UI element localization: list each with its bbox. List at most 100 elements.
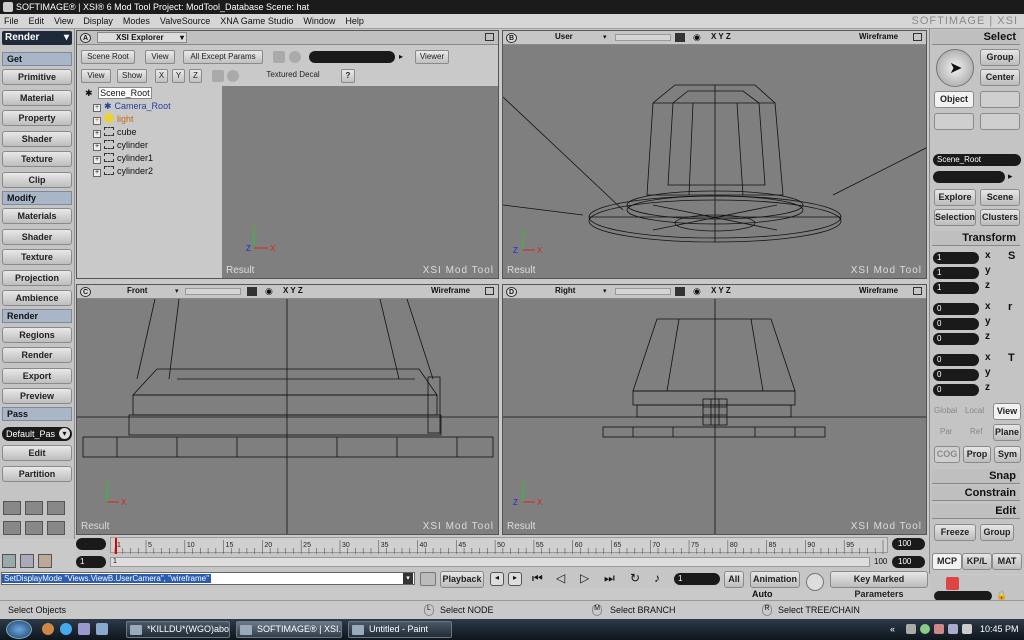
selection-button[interactable]: Selection [934, 209, 976, 226]
lock-icon[interactable] [273, 51, 285, 63]
camera-selector[interactable]: User [555, 32, 573, 41]
select-slot-button[interactable] [934, 113, 974, 130]
animation-button[interactable]: Animation [750, 571, 800, 588]
maximize-icon[interactable] [913, 33, 922, 41]
select-header[interactable]: Select [932, 30, 1020, 45]
get-texture-button[interactable]: Texture [2, 151, 72, 167]
layout-quad-icon[interactable] [3, 501, 21, 515]
section-modify[interactable]: Modify [2, 191, 72, 205]
cog-button[interactable]: COG [934, 446, 960, 463]
range-slider[interactable]: 1 [110, 557, 870, 567]
axes-label[interactable]: X Y Z [711, 32, 731, 41]
task-softimage[interactable]: SOFTIMAGE® | XSI... [236, 621, 342, 638]
eye-icon[interactable]: ◉ [265, 286, 273, 297]
local-button[interactable]: Local [965, 406, 984, 415]
timeline-ruler[interactable]: 1 5 10 15 20 25 30 35 40 45 50 55 60 65 70 75 80 85 90 95 [110, 537, 888, 554]
view-letter-d[interactable]: D [506, 287, 517, 297]
layout-custom-icon[interactable] [47, 521, 65, 535]
camera-selector[interactable]: Right [555, 286, 575, 295]
scene-root-button[interactable]: Scene Root [81, 50, 135, 64]
tree-item-cylinder1[interactable]: + cylinder1 [93, 152, 153, 164]
expand-icon[interactable]: + [93, 104, 101, 112]
get-property-button[interactable]: Property [2, 110, 72, 126]
rotate-z-field[interactable]: 0 [933, 333, 979, 345]
timeline-start-field[interactable] [76, 538, 106, 550]
range-end-field[interactable]: 100 [892, 556, 925, 568]
clusters-button[interactable]: Clusters [980, 209, 1020, 226]
pass-selector[interactable]: Default_Pas ▾ [2, 427, 72, 441]
viewport-b[interactable]: B User ▾ ◉ X Y Z Wireframe Y X Z Result … [502, 30, 927, 279]
axes-label[interactable]: X Y Z [283, 286, 303, 295]
tray-network-icon[interactable] [906, 624, 916, 634]
clock[interactable]: 10:45 PM [980, 624, 1019, 634]
explorer-view-button[interactable]: View [145, 50, 175, 64]
translate-z-field[interactable]: 0 [933, 384, 979, 396]
layout-vertical-icon[interactable] [25, 521, 43, 535]
scale-y-field[interactable]: 1 [933, 267, 979, 279]
translate-x-field[interactable]: 0 [933, 354, 979, 366]
plane-button[interactable]: Plane [993, 424, 1021, 441]
rotate-y-field[interactable]: 0 [933, 318, 979, 330]
modify-texture-button[interactable]: Texture [2, 249, 72, 265]
axis-y-label[interactable]: y [985, 265, 991, 276]
axis-z-label[interactable]: z [985, 280, 990, 291]
script-command-line[interactable]: SetDisplayMode "Views.ViewB.UserCamera",… [1, 572, 415, 585]
viewport-d[interactable]: D Right ▾ ◉ X Y Z Wireframe Y X Z Result… [502, 284, 927, 535]
render-preview-button[interactable]: Preview [2, 388, 72, 404]
explore-button[interactable]: Explore [934, 189, 976, 206]
menu-window[interactable]: Window [303, 16, 335, 26]
expand-icon[interactable]: + [93, 143, 101, 151]
next-key-icon[interactable]: ▸ [508, 572, 522, 586]
explorer-viewport[interactable]: Y X Z Result XSI Mod Tool [222, 86, 498, 278]
camera-icon[interactable] [247, 287, 257, 296]
audio-icon[interactable]: ♪ [654, 571, 660, 585]
select-slot-button[interactable] [980, 113, 1020, 130]
layout-single-icon[interactable] [47, 501, 65, 515]
maximize-icon[interactable] [913, 287, 922, 295]
media-icon[interactable] [60, 623, 72, 635]
menu-display[interactable]: Display [83, 16, 113, 26]
display-mode-selector[interactable]: Wireframe [859, 32, 898, 41]
key-icon[interactable] [806, 573, 824, 591]
section-pass[interactable]: Pass [2, 407, 72, 421]
search-arrow-icon[interactable]: ▸ [399, 52, 403, 61]
prop-button[interactable]: Prop [963, 446, 991, 463]
display-mode-selector[interactable]: Wireframe [431, 286, 470, 295]
view-letter-c[interactable]: C [80, 287, 91, 297]
task-browser[interactable]: *KILLDU*(WGO)abo... [126, 621, 230, 638]
translate-button[interactable]: T [1008, 352, 1015, 364]
loop-icon[interactable]: ↻ [630, 571, 640, 585]
center-select-button[interactable]: Center [980, 69, 1020, 86]
maximize-icon[interactable] [485, 287, 494, 295]
menu-help[interactable]: Help [345, 16, 364, 26]
layout-horizontal-icon[interactable] [3, 521, 21, 535]
scale-x-field[interactable]: 1 [933, 252, 979, 264]
memo-slots[interactable] [615, 288, 671, 295]
filter-button[interactable]: All Except Params [183, 50, 263, 64]
key-marked-parameters-button[interactable]: Key Marked Parameters [830, 571, 928, 599]
camera-icon[interactable] [675, 287, 685, 296]
start-button[interactable] [6, 620, 32, 639]
chevron-down-icon[interactable]: ▾ [175, 287, 179, 295]
play-forward-icon[interactable]: ▷ [580, 571, 589, 585]
z-button[interactable]: Z [189, 69, 202, 83]
modify-shader-button[interactable]: Shader [2, 229, 72, 245]
tab-mat[interactable]: MAT [992, 553, 1022, 570]
view-letter-a[interactable]: A [80, 33, 91, 43]
select-slot-button[interactable] [980, 91, 1020, 108]
axes-label[interactable]: X Y Z [711, 286, 731, 295]
viewport-c[interactable]: C Front ▾ ◉ X Y Z Wireframe Y X Result X… [76, 284, 499, 535]
shading-dropdown[interactable]: Textured Decal [257, 69, 329, 83]
modify-materials-button[interactable]: Materials [2, 208, 72, 224]
memo-slots[interactable] [185, 288, 241, 295]
global-button[interactable]: Global [934, 406, 957, 415]
tree-item-light[interactable]: + light [93, 113, 134, 125]
view-ref-button[interactable]: View [993, 403, 1021, 420]
group-button[interactable]: Group [980, 524, 1014, 541]
menu-edit[interactable]: Edit [29, 16, 45, 26]
pass-partition-button[interactable]: Partition [2, 466, 72, 482]
get-material-button[interactable]: Material [2, 90, 72, 106]
volume-icon[interactable] [962, 624, 972, 634]
tab-kpl[interactable]: KP/L [962, 553, 992, 570]
pass-edit-button[interactable]: Edit [2, 445, 72, 461]
